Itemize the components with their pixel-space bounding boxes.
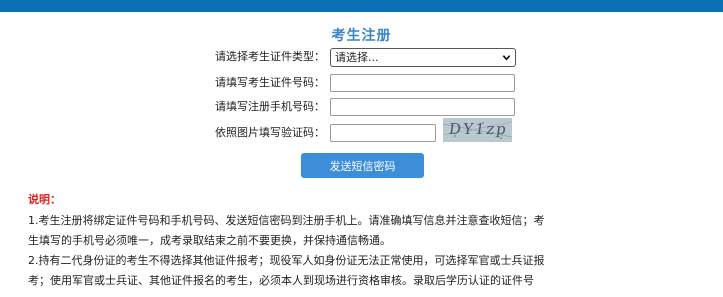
captcha-image[interactable]: DY1zp [443, 118, 512, 142]
captcha-input[interactable] [330, 124, 436, 142]
send-sms-button[interactable]: 发送短信密码 [301, 153, 424, 178]
note-line: 考；使用军官或士兵证、其他证件报名的考生，必须本人到现场进行资格审核。录取后学历… [28, 274, 534, 287]
id-number-label: 请填写考生证件号码： [215, 76, 325, 89]
note-line: 生填写的手机号必须唯一，成考录取结束之前不要更换，并保持通信畅通。 [28, 234, 391, 247]
top-banner [0, 0, 723, 12]
captcha-label: 依照图片填写验证码： [215, 126, 325, 139]
notes-title: 说明： [28, 193, 61, 206]
id-type-selected-value: 请选择... [335, 51, 379, 64]
id-number-input[interactable] [330, 74, 515, 92]
form-row-id-number: 请填写考生证件号码： [0, 72, 723, 94]
chevron-down-icon [502, 55, 511, 61]
phone-label: 请填写注册手机号码： [215, 100, 325, 113]
id-type-label: 请选择考生证件类型： [215, 50, 325, 63]
note-line: 2.持有二代身份证的考生不得选择其他证件报考；现役军人如身份证无法正常使用，可选… [28, 254, 545, 267]
register-page: 考生注册 请选择考生证件类型： 请选择... 请填写考生证件号码： 请填写注册手… [0, 0, 723, 297]
id-type-select[interactable]: 请选择... [330, 48, 516, 67]
notes-body: 1.考生注册将绑定证件号码和手机号码、发送短信密码到注册手机上。请准确填写信息并… [28, 211, 713, 291]
captcha-image-text: DY1zp [447, 120, 510, 138]
form-row-phone: 请填写注册手机号码： [0, 96, 723, 118]
form-row-id-type: 请选择考生证件类型： 请选择... [0, 46, 723, 68]
page-title: 考生注册 [331, 28, 392, 44]
note-line: 1.考生注册将绑定证件号码和手机号码、发送短信密码到注册手机上。请准确填写信息并… [28, 214, 545, 227]
form-row-captcha: 依照图片填写验证码： DY1zp [0, 118, 723, 144]
phone-input[interactable] [330, 98, 515, 116]
